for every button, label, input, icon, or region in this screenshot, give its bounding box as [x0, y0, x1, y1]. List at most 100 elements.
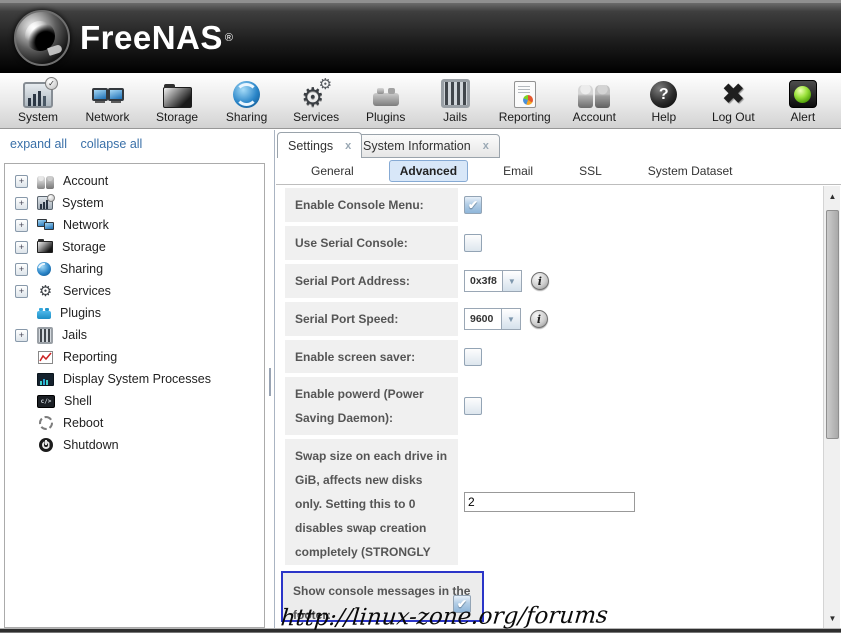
- storage-icon: [163, 80, 192, 108]
- expander-plus-icon[interactable]: +: [15, 241, 28, 254]
- sidebar-item-sharing[interactable]: + Sharing: [5, 258, 264, 280]
- plugins-icon: [373, 80, 399, 108]
- field-label: Enable powerd (Power Saving Daemon):: [285, 377, 458, 435]
- collapse-all-link[interactable]: collapse all: [80, 137, 142, 151]
- sidebar-item-jails[interactable]: + Jails: [5, 324, 264, 346]
- freenas-logo: FreeNAS ®: [14, 10, 233, 66]
- toolbar-item-jails[interactable]: Jails: [421, 73, 489, 128]
- chevron-down-icon[interactable]: ▼: [502, 271, 521, 291]
- expander-plus-icon[interactable]: +: [15, 197, 28, 210]
- serial-port-address-select[interactable]: 0x3f8 ▼: [464, 270, 522, 292]
- reboot-icon: [37, 415, 54, 432]
- serial-port-speed-select[interactable]: 9600 ▼: [464, 308, 521, 330]
- expander-plus-icon[interactable]: +: [15, 219, 28, 232]
- sidebar-item-label: Display System Processes: [63, 372, 211, 386]
- swap-size-input[interactable]: [464, 492, 635, 512]
- shutdown-icon: [37, 437, 54, 454]
- expander-plus-icon[interactable]: +: [15, 329, 28, 342]
- form-row: Serial Port Speed: 9600 ▼ i: [285, 302, 548, 336]
- account-icon: [37, 173, 54, 190]
- field-label: Enable Console Menu:: [285, 188, 458, 222]
- sidebar-item-label: System: [62, 196, 104, 210]
- main-toolbar: System Network Storage Sharing Services …: [0, 73, 841, 129]
- sidebar-item-label: Sharing: [60, 262, 103, 276]
- splitter-handle-icon[interactable]: [269, 368, 271, 396]
- sidebar-item-shell[interactable]: c/> Shell: [5, 390, 264, 412]
- sidebar-item-label: Reboot: [63, 416, 103, 430]
- chevron-down-icon[interactable]: ▼: [501, 309, 520, 329]
- toolbar-item-logout[interactable]: ✖ Log Out: [699, 73, 767, 128]
- tab-settings[interactable]: Settings x: [277, 132, 362, 158]
- tab-general[interactable]: General: [300, 160, 365, 182]
- field-label: Serial Port Speed:: [285, 302, 458, 336]
- expander-plus-icon[interactable]: +: [15, 285, 28, 298]
- form-row: Enable screen saver:: [285, 340, 482, 373]
- reporting-icon: [514, 80, 536, 108]
- tab-label: System Information: [363, 139, 471, 153]
- brand-name: FreeNAS: [80, 19, 223, 57]
- toolbar-item-storage[interactable]: Storage: [143, 73, 211, 128]
- expand-all-link[interactable]: expand all: [10, 137, 67, 151]
- sidebar-item-reboot[interactable]: Reboot: [5, 412, 264, 434]
- sidebar-item-network[interactable]: + Network: [5, 214, 264, 236]
- toolbar-item-network[interactable]: Network: [74, 73, 142, 128]
- scrollbar-thumb[interactable]: [826, 210, 839, 439]
- sidebar-item-shutdown[interactable]: Shutdown: [5, 434, 264, 456]
- form-row: Use Serial Console:: [285, 226, 482, 260]
- toolbar-item-reporting[interactable]: Reporting: [491, 73, 559, 128]
- sidebar-item-system[interactable]: + System: [5, 192, 264, 214]
- toolbar-item-services[interactable]: Services: [282, 73, 350, 128]
- sidebar-item-label: Services: [63, 284, 111, 298]
- toolbar-item-plugins[interactable]: Plugins: [352, 73, 420, 128]
- toolbar-label: Storage: [156, 110, 198, 124]
- sidebar-item-services[interactable]: + Services: [5, 280, 264, 302]
- toolbar-item-alert[interactable]: Alert: [769, 73, 837, 128]
- use-serial-console-checkbox[interactable]: [464, 234, 482, 252]
- select-value: 9600: [465, 309, 501, 329]
- close-icon[interactable]: x: [483, 140, 489, 152]
- toolbar-label: Network: [86, 110, 130, 124]
- account-icon: [578, 80, 610, 108]
- settings-subtabs: General Advanced Email SSL System Datase…: [276, 158, 841, 185]
- scroll-up-icon[interactable]: ▲: [824, 188, 841, 204]
- sharing-icon: [37, 262, 51, 276]
- tab-system-dataset[interactable]: System Dataset: [637, 160, 744, 182]
- tab-ssl[interactable]: SSL: [568, 160, 613, 182]
- services-icon: [300, 80, 332, 108]
- toolbar-item-help[interactable]: ? Help: [630, 73, 698, 128]
- help-icon: ?: [650, 80, 677, 108]
- enable-powerd-checkbox[interactable]: [464, 397, 482, 415]
- field-label: Enable screen saver:: [285, 340, 458, 373]
- tab-advanced[interactable]: Advanced: [389, 160, 468, 182]
- tab-email[interactable]: Email: [492, 160, 544, 182]
- sidebar-item-display-system-processes[interactable]: Display System Processes: [5, 368, 264, 390]
- toolbar-label: Reporting: [499, 110, 551, 124]
- toolbar-item-sharing[interactable]: Sharing: [213, 73, 281, 128]
- vertical-scrollbar[interactable]: ▲ ▼: [823, 186, 840, 628]
- toolbar-item-system[interactable]: System: [4, 73, 72, 128]
- enable-console-menu-checkbox[interactable]: ✔: [464, 196, 482, 214]
- tree-controls: expand all collapse all: [10, 137, 152, 151]
- processes-icon: [37, 373, 54, 386]
- panel-splitter[interactable]: [268, 130, 275, 628]
- sidebar-item-storage[interactable]: + Storage: [5, 236, 264, 258]
- toolbar-item-account[interactable]: Account: [560, 73, 628, 128]
- field-label: Use Serial Console:: [285, 226, 458, 260]
- network-icon: [92, 80, 124, 108]
- enable-screen-saver-checkbox[interactable]: [464, 348, 482, 366]
- toolbar-label: Plugins: [366, 110, 405, 124]
- close-icon[interactable]: x: [345, 140, 351, 152]
- expander-plus-icon[interactable]: +: [15, 263, 28, 276]
- scroll-down-icon[interactable]: ▼: [824, 610, 841, 626]
- sidebar-item-reporting[interactable]: Reporting: [5, 346, 264, 368]
- sidebar-item-account[interactable]: + Account: [5, 170, 264, 192]
- tab-system-information[interactable]: System Information x: [352, 134, 500, 158]
- navigation-tree: + Account + System + Network + Storage +…: [4, 163, 265, 628]
- alert-icon: [789, 80, 817, 108]
- info-icon[interactable]: i: [531, 272, 549, 290]
- advanced-settings-form: Enable Console Menu: ✔ Use Serial Consol…: [276, 185, 823, 640]
- info-icon[interactable]: i: [530, 310, 548, 328]
- form-row: Swap size on each drive in GiB, affects …: [285, 439, 635, 565]
- sidebar-item-plugins[interactable]: Plugins: [5, 302, 264, 324]
- expander-plus-icon[interactable]: +: [15, 175, 28, 188]
